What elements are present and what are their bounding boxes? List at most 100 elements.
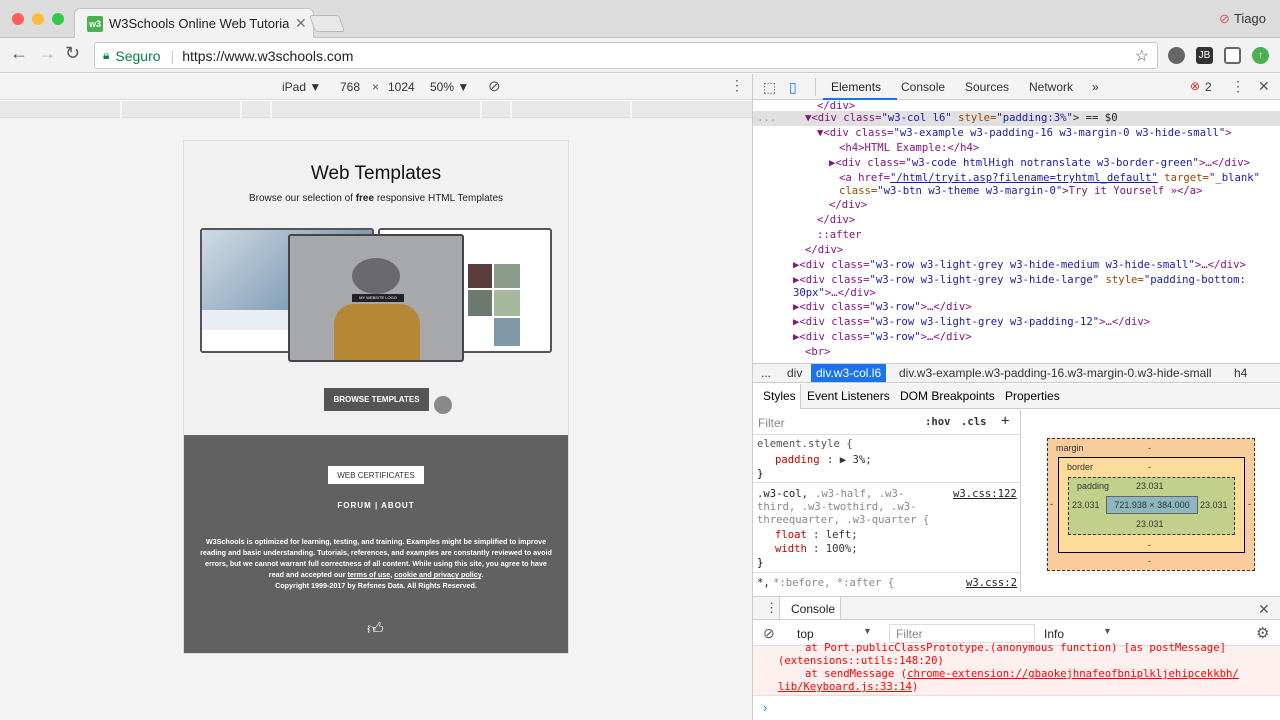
dom-line[interactable]: ▶<div class="w3-code htmlHigh notranslat…: [829, 157, 1250, 169]
tab-network[interactable]: Network: [1029, 80, 1073, 94]
css-value[interactable]: : ▶ 3%;: [827, 454, 872, 466]
browse-templates-button[interactable]: BROWSE TEMPLATES: [324, 388, 429, 411]
browser-tab[interactable]: w3 W3Schools Online Web Tutorials ✕: [74, 8, 314, 38]
dom-line[interactable]: </div>: [829, 199, 867, 211]
emulated-page[interactable]: Web Templates Browse our selection of fr…: [183, 140, 569, 654]
console-error-message[interactable]: at Port.publicClassPrototype.(anonymous …: [753, 642, 1280, 696]
web-certificates-button[interactable]: WEB CERTIFICATES: [328, 466, 424, 484]
subtab-properties[interactable]: Properties: [1005, 389, 1060, 403]
border-box[interactable]: border - - padding 23.031 23.031 23.031 …: [1058, 457, 1245, 553]
rule-source-link[interactable]: w3.css:2: [966, 577, 1017, 589]
tab-sources[interactable]: Sources: [965, 80, 1009, 94]
cast-icon[interactable]: [1224, 47, 1241, 64]
minimize-window-button[interactable]: [32, 13, 44, 25]
forum-about-links[interactable]: FORUM | ABOUT: [184, 501, 568, 510]
reload-icon[interactable]: ↻: [65, 43, 80, 64]
thumbs-up-icon[interactable]: 👍︎: [367, 620, 384, 639]
css-property[interactable]: float: [775, 529, 807, 541]
dom-line[interactable]: </div>: [805, 244, 843, 256]
dom-line[interactable]: 30px">…</div>: [793, 287, 876, 299]
dom-line[interactable]: <h4>HTML Example:</h4>: [839, 142, 979, 154]
padding-top-value[interactable]: 23.031: [1136, 481, 1164, 491]
dom-line[interactable]: <br>: [805, 346, 831, 358]
tab-elements[interactable]: Elements: [831, 80, 881, 94]
css-value[interactable]: : 100%;: [813, 543, 858, 555]
breadcrumb-item[interactable]: div: [787, 366, 802, 380]
margin-top-value[interactable]: -: [1148, 443, 1151, 453]
bookmark-star-icon[interactable]: ☆: [1135, 46, 1149, 66]
new-tab-button[interactable]: [308, 15, 346, 32]
rotate-icon[interactable]: ⊘: [488, 77, 501, 95]
stack-source-link[interactable]: chrome-extension://gbaokejhnafeofbniplkl…: [907, 668, 1239, 680]
device-width-input[interactable]: 768: [340, 80, 360, 94]
address-bar[interactable]: 🔒︎ Seguro | https://www.w3schools.com ☆: [94, 42, 1158, 69]
profile-button[interactable]: ⊘ Tiago: [1219, 11, 1266, 27]
device-mode-icon[interactable]: ▯: [789, 79, 797, 96]
margin-bottom-value[interactable]: -: [1148, 556, 1151, 566]
dom-line[interactable]: ▶<div class="w3-row w3-light-grey w3-hid…: [793, 274, 1246, 286]
padding-box[interactable]: padding 23.031 23.031 23.031 23.031 721.…: [1068, 477, 1235, 535]
add-rule-icon[interactable]: +: [1001, 413, 1009, 429]
dom-line[interactable]: </div>: [817, 214, 855, 226]
error-icon[interactable]: ⊗: [1190, 79, 1200, 93]
console-prompt[interactable]: ›: [763, 700, 767, 715]
class-toggle[interactable]: .cls: [961, 416, 987, 428]
tab-console[interactable]: Console: [901, 80, 945, 94]
dom-line[interactable]: ▶<div class="w3-row">…</div>: [793, 301, 972, 313]
dom-line[interactable]: ::after: [817, 229, 862, 241]
dom-line[interactable]: ▶<div class="w3-row w3-light-grey w3-pad…: [793, 316, 1150, 328]
update-icon[interactable]: ↑: [1252, 47, 1269, 64]
privacy-policy-link[interactable]: cookie and privacy policy: [394, 570, 481, 579]
css-value[interactable]: : left;: [813, 529, 858, 541]
more-tabs-icon[interactable]: »: [1092, 80, 1099, 94]
breadcrumb-item-selected[interactable]: div.w3-col.l6: [811, 364, 887, 382]
context-select[interactable]: top: [797, 627, 814, 641]
styles-pane[interactable]: Filter :hov .cls + element.style { paddi…: [753, 410, 1021, 592]
breadcrumb-item[interactable]: div.w3-example.w3-padding-16.w3-margin-0…: [899, 366, 1212, 380]
console-settings-gear-icon[interactable]: ⚙: [1256, 624, 1269, 642]
device-select[interactable]: iPad ▼: [282, 80, 321, 94]
error-count[interactable]: 2: [1205, 80, 1212, 94]
jetbrains-extension-icon[interactable]: JB: [1196, 47, 1213, 64]
dom-line[interactable]: class="w3-btn w3-theme w3-margin-0">Try …: [839, 185, 1203, 197]
styles-filter-input[interactable]: Filter: [758, 416, 785, 430]
zoom-select[interactable]: 50% ▼: [430, 80, 469, 94]
content-box[interactable]: 721.938 × 384.000: [1106, 496, 1198, 514]
breadcrumb-item[interactable]: ...: [761, 366, 771, 380]
stack-source-link[interactable]: lib/Keyboard.js:33:14: [778, 681, 912, 693]
padding-bottom-value[interactable]: 23.031: [1136, 519, 1164, 529]
log-level-select[interactable]: Info: [1044, 627, 1064, 641]
dom-line[interactable]: ▶<div class="w3-row">…</div>: [793, 331, 972, 343]
maximize-window-button[interactable]: [52, 13, 64, 25]
box-model-diagram[interactable]: margin - - - - border - - padding 23.031…: [1047, 438, 1255, 571]
close-devtools-icon[interactable]: ✕: [1258, 78, 1270, 95]
subtab-styles[interactable]: Styles: [763, 389, 796, 403]
inspect-element-icon[interactable]: ⬚: [763, 79, 776, 96]
css-property[interactable]: width: [775, 543, 807, 555]
clear-console-icon[interactable]: ⊘: [763, 625, 775, 642]
margin-left-value[interactable]: -: [1050, 499, 1053, 509]
forward-arrow-icon[interactable]: →: [38, 43, 56, 64]
padding-right-value[interactable]: 23.031: [1200, 500, 1228, 510]
close-tab-icon[interactable]: ✕: [295, 15, 307, 32]
dom-line[interactable]: ▶<div class="w3-row w3-light-grey w3-hid…: [793, 259, 1246, 271]
padding-left-value[interactable]: 23.031: [1072, 500, 1100, 510]
dom-line[interactable]: </div>: [817, 100, 855, 112]
subtab-event-listeners[interactable]: Event Listeners: [807, 389, 890, 403]
drawer-tab-console[interactable]: Console: [791, 602, 835, 616]
more-options-icon[interactable]: ⋮: [730, 77, 744, 94]
dom-line-selected[interactable]: ▼<div class="w3-col l6" style="padding:3…: [805, 112, 1118, 124]
border-bottom-value[interactable]: -: [1148, 540, 1151, 550]
drawer-menu-icon[interactable]: ⋮: [765, 600, 778, 616]
template-screenshot-center[interactable]: MY WEBSITE LOGO: [288, 234, 464, 362]
dom-tree[interactable]: ... </div> ▼<div class="w3-col l6" style…: [753, 100, 1280, 363]
subtab-dom-breakpoints[interactable]: DOM Breakpoints: [900, 389, 995, 403]
extension-glasses-icon[interactable]: [1168, 47, 1185, 64]
css-property[interactable]: padding: [775, 454, 820, 466]
dom-line[interactable]: <a href="/html/tryit.asp?filename=tryhtm…: [839, 172, 1260, 184]
close-window-button[interactable]: [12, 13, 24, 25]
console-filter-input[interactable]: Filter: [889, 624, 1035, 643]
terms-of-use-link[interactable]: terms of use: [347, 570, 390, 579]
devtools-menu-icon[interactable]: ⋮: [1231, 78, 1245, 95]
media-query-ruler[interactable]: [0, 101, 752, 118]
